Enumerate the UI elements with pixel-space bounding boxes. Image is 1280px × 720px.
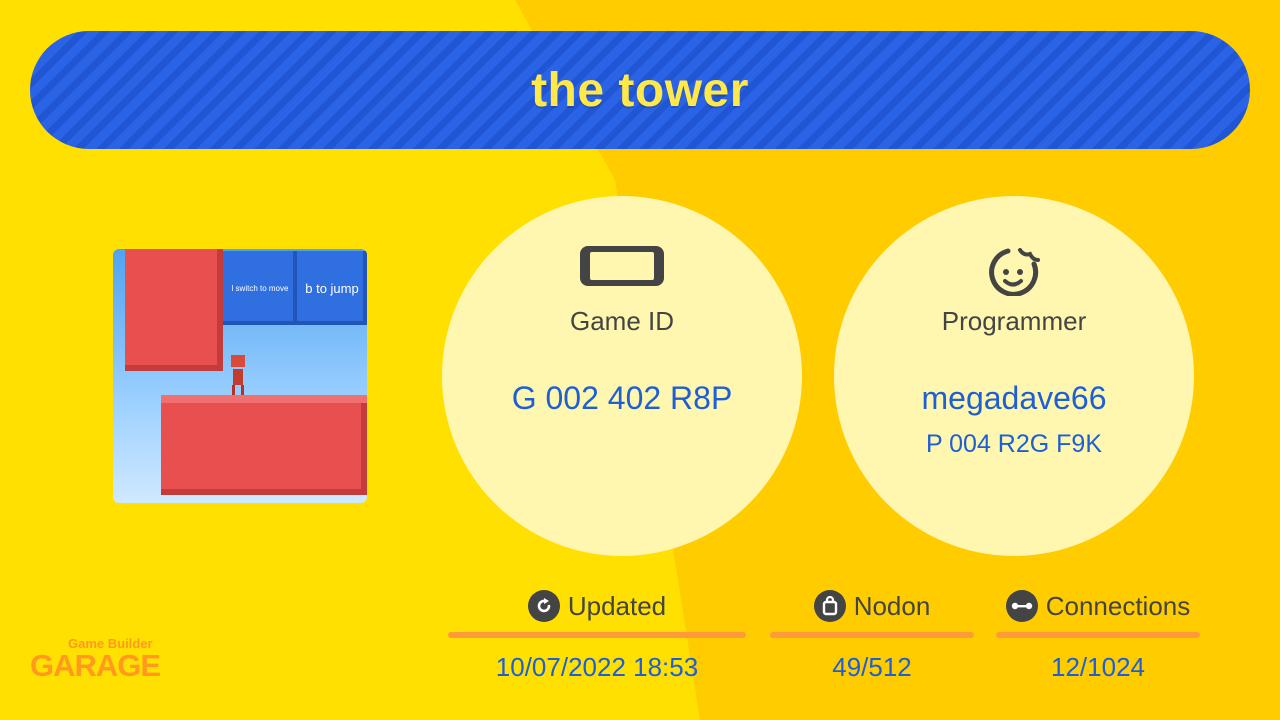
game-id-value: G 002 402 R8P [511,380,733,416]
updated-label: Updated [567,590,667,621]
connections-divider [996,632,1200,638]
connections-label: Connections [1045,590,1191,621]
programmer-label: Programmer [941,306,1087,336]
game-id-label: Game ID [569,306,675,336]
game-id-panel: Game ID G 002 402 R8P [442,196,802,556]
switch-console-icon [580,246,664,291]
connections-stat: Connections 12/1024 [996,588,1200,683]
programmer-name: megadave66 [921,380,1107,416]
updated-stat: Updated 10/07/2022 18:53 [448,588,746,683]
game-builder-garage-logo: Game Builder GARAGE [30,632,170,683]
logo-line2: GARAGE [30,648,161,683]
thumbnail-red-block-top [125,249,223,371]
thumbnail-sign-left: l switch to move [223,251,297,325]
bag-icon [813,590,846,622]
connection-icon [1005,590,1038,622]
nodon-value: 49/512 [832,652,912,682]
game-title: the tower [531,63,749,117]
thumbnail-red-block-bottom [161,395,367,495]
nodon-stat: Nodon 49/512 [770,588,974,683]
connections-value: 12/1024 [1051,652,1145,682]
programmer-id: P 004 R2G F9K [925,430,1103,458]
programmer-panel: Programmer megadave66 P 004 R2G F9K [834,196,1194,556]
thumbnail-robot [230,355,246,395]
smiley-face-icon [986,246,1042,301]
game-thumbnail: l switch to move b to jump [113,249,367,503]
refresh-icon [527,590,560,622]
thumbnail-sign-right: b to jump [297,251,367,325]
updated-value: 10/07/2022 18:53 [495,652,699,682]
updated-divider [448,632,746,638]
nodon-label: Nodon [853,590,931,621]
title-banner: the tower [30,31,1250,149]
nodon-divider [770,632,974,638]
